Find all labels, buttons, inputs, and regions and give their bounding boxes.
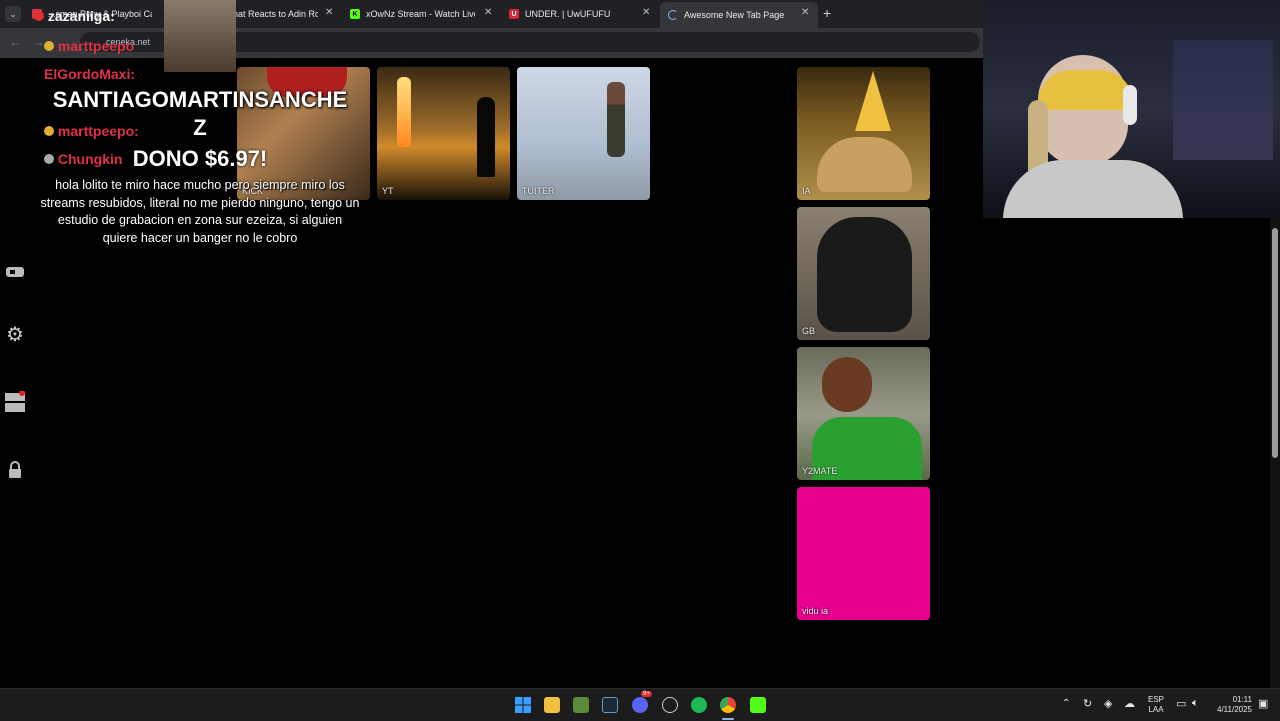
donation-amount: DONO $6.97! (132, 146, 268, 171)
yellow-beanie (1038, 70, 1133, 110)
sync-icon[interactable]: ↻ (1083, 697, 1092, 710)
gamepad-icon[interactable] (5, 262, 25, 282)
lock-icon[interactable] (5, 460, 25, 480)
tab-active[interactable]: Awesome New Tab Page (660, 2, 818, 28)
chat-username: marttpeepo (57, 38, 135, 54)
windows-taskbar: 9+ ⌃ ↻ ◈ ☁ 🎤 ESP LAA ▭ 🔈︎ 01:11 4/11/202… (0, 688, 1280, 721)
tab-title: enat Reacts to Adin Ro (228, 9, 318, 19)
tile-y2mate[interactable]: Y2MATE (797, 347, 930, 480)
new-tab-button[interactable]: + (823, 5, 831, 21)
clock-date: 4/11/2025 (1217, 705, 1252, 714)
chat-username: ElGordoMaxi: (44, 66, 136, 82)
volume-icon[interactable]: 🔈︎ (1192, 697, 1199, 710)
uwufufu-favicon-icon: U (509, 9, 519, 19)
language-indicator[interactable]: ESP LAA (1148, 695, 1164, 715)
clock[interactable]: 01:11 4/11/2025 (1212, 695, 1252, 715)
clock-time: 01:11 (1232, 695, 1252, 704)
clock-app-icon[interactable] (662, 697, 678, 713)
tile-ia[interactable]: IA (797, 67, 930, 200)
tile-vidu[interactable]: vidu ia (797, 487, 930, 620)
chrome-icon[interactable] (720, 697, 736, 713)
language-top: ESP (1148, 695, 1165, 704)
discord-icon[interactable]: 9+ (632, 691, 652, 713)
discord-badge: 9+ (641, 691, 652, 697)
headphones (1123, 85, 1137, 125)
tab-search-button[interactable]: ⌄ (5, 6, 21, 22)
soldier-silhouette (477, 97, 495, 177)
tab-title: xOwNz Stream - Watch Live on (366, 9, 475, 19)
tile-label: TUITER (522, 186, 555, 196)
tile-yt[interactable]: YT (377, 67, 510, 200)
tile-label: YT (382, 186, 394, 196)
emote-icon (34, 11, 44, 21)
tile-label: GB (802, 326, 816, 336)
browser-tab-bar: ⌄ ...sman Pony & Playboi Carti enat Reac… (0, 0, 985, 28)
chat-line: marttpeepo (44, 38, 134, 54)
spotify-icon[interactable] (691, 697, 707, 713)
donation-name-line1: SANTIAGOMARTINSANCHE (52, 87, 348, 112)
steam-icon[interactable] (602, 697, 618, 713)
tab-3[interactable]: K xOwNz Stream - Watch Live on (350, 4, 475, 24)
chat-username: zazaniiga: (47, 8, 115, 24)
fire-image (397, 77, 411, 147)
emote-icon (44, 41, 54, 51)
tile-gb[interactable]: GB (797, 207, 930, 340)
tile-label: vidu ia (802, 606, 829, 616)
tile-tuiter[interactable]: TUITER (517, 67, 650, 200)
webcam-feed (983, 0, 1280, 218)
close-icon[interactable]: ✕ (801, 7, 809, 18)
shirt (1003, 160, 1183, 218)
tray-chevron-icon[interactable]: ⌃ (1062, 698, 1070, 709)
donation-name-line2: Z (193, 115, 207, 140)
tab-2[interactable]: enat Reacts to Adin Ro (228, 4, 318, 24)
notification-icon[interactable]: ▣ (1258, 697, 1268, 710)
cats-image (817, 137, 912, 192)
layout-icon[interactable] (5, 391, 25, 412)
chat-line: ElGordoMaxi: (44, 66, 135, 82)
close-icon[interactable]: ✕ (484, 7, 492, 18)
network-app-icon[interactable]: ◈ (1104, 697, 1112, 710)
close-icon[interactable]: ✕ (325, 7, 333, 18)
donation-message: hola lolito te miro hace mucho pero siem… (40, 178, 360, 245)
minecraft-icon[interactable] (573, 697, 589, 713)
floating-man-image (607, 82, 625, 157)
back-arrow-icon[interactable]: ← (9, 35, 21, 49)
gear-icon[interactable]: ⚙ (5, 324, 25, 346)
tile-label: IA (802, 186, 811, 196)
loading-spinner-icon (668, 10, 678, 20)
eiffel-tower-image (855, 71, 891, 131)
window-lights (1173, 40, 1273, 160)
file-explorer-icon[interactable] (544, 697, 560, 713)
tab-4[interactable]: U UNDER. | UwUFUFU (509, 4, 639, 24)
donation-name: SANTIAGOMARTINSANCHE Z (40, 86, 360, 142)
person-image (822, 357, 872, 412)
close-icon[interactable]: ✕ (642, 7, 650, 18)
kick-favicon-icon: K (350, 9, 360, 19)
tab-title: Awesome New Tab Page (684, 10, 785, 20)
tab-title: UNDER. | UwUFUFU (525, 9, 611, 19)
scrollbar-thumb[interactable] (1272, 228, 1278, 458)
language-bottom: LAA (1148, 705, 1164, 714)
streamer-cam-thumb (164, 0, 236, 72)
overlay-top-user: zazaniiga: (34, 8, 115, 24)
network-icon[interactable]: ▭ (1176, 697, 1186, 710)
windows-start-icon[interactable] (515, 697, 531, 713)
page-scrollbar[interactable] (1270, 218, 1280, 688)
kick-icon[interactable] (750, 697, 766, 713)
tile-label: Y2MATE (802, 466, 838, 476)
cat-cap-image (817, 217, 912, 332)
